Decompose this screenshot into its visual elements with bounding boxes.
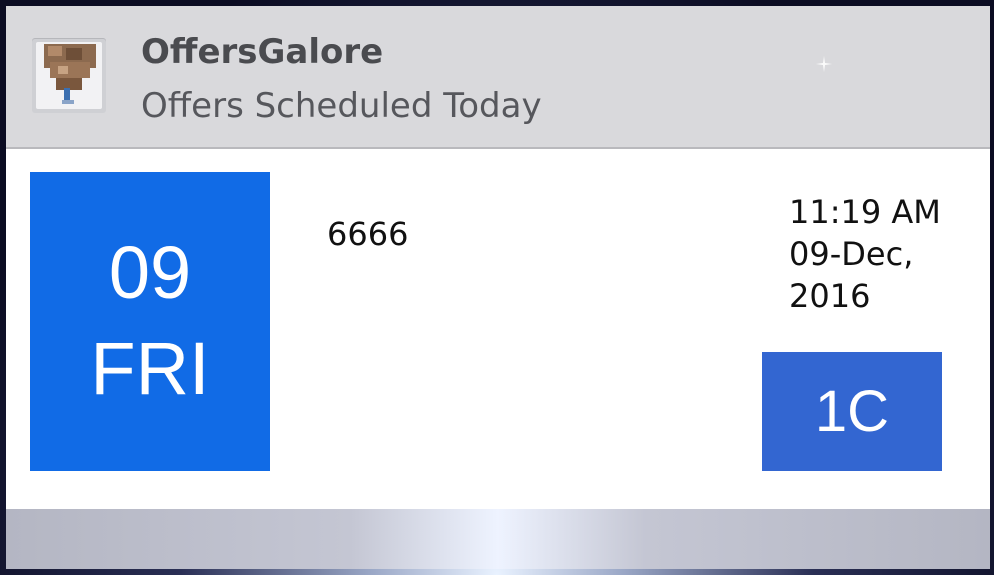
notification-subtitle: Offers Scheduled Today [141, 86, 542, 126]
date-day: 09 [108, 231, 192, 314]
offer-code: 6666 [327, 215, 409, 253]
notification-footer [6, 509, 990, 569]
date-text: 09-Dec, [789, 235, 914, 273]
timestamp: 11:19 AM 09-Dec, 2016 [789, 191, 969, 317]
app-title: OffersGalore [141, 32, 384, 72]
time-text: 11:19 AM [789, 193, 941, 231]
status-badge[interactable]: 1C [762, 352, 942, 471]
sparkle-icon [816, 56, 832, 72]
year-text: 2016 [789, 277, 871, 315]
date-weekday: FRI [90, 327, 210, 410]
notification-content: 09 FRI 6666 11:19 AM 09-Dec, 2016 1C [6, 149, 990, 509]
app-logo-icon [32, 38, 106, 113]
date-tile: 09 FRI [30, 172, 270, 471]
notification-card[interactable]: OffersGalore Offers Scheduled Today 09 F… [6, 6, 990, 569]
notification-header: OffersGalore Offers Scheduled Today [6, 6, 990, 149]
